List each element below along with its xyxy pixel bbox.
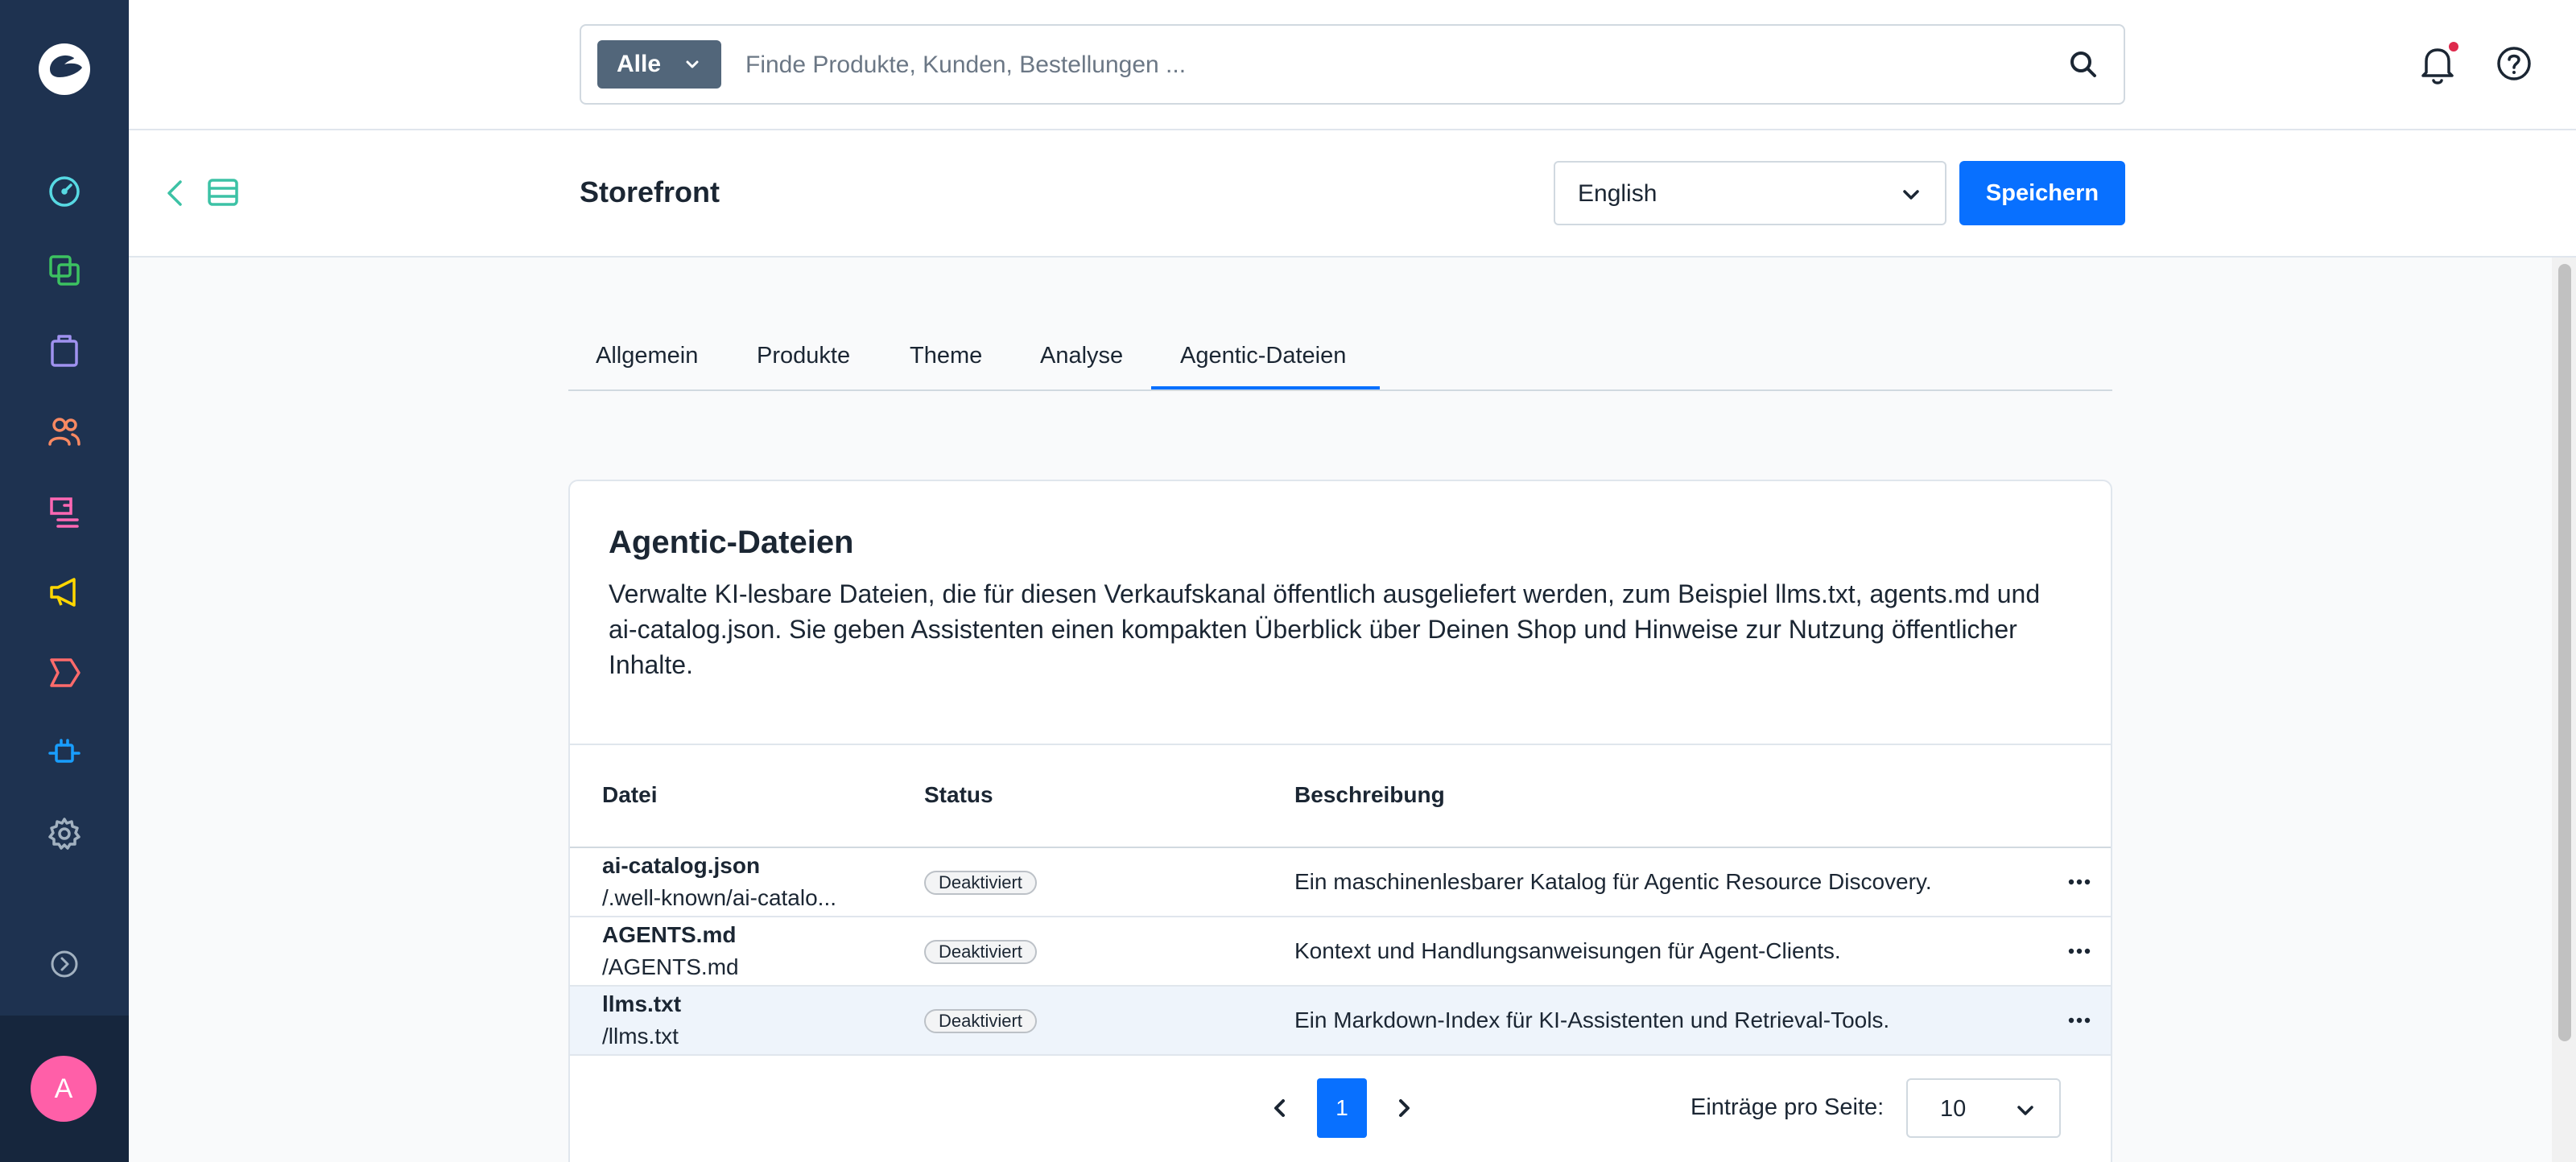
sales-channel-list-icon[interactable] [206,175,240,209]
notification-bell-icon[interactable] [2417,40,2462,89]
search-icon[interactable] [2067,48,2099,80]
card-title: Agentic-Dateien [609,525,854,560]
chevron-down-icon [1903,190,1919,200]
chevron-down-icon [686,60,699,68]
column-header-status[interactable]: Status [924,782,993,808]
more-actions-icon[interactable] [2067,942,2091,961]
save-button[interactable]: Speichern [1959,161,2125,225]
sales-channel-icon[interactable] [45,653,84,692]
active-tab-indicator [1151,386,1380,389]
per-page-select[interactable]: 10 [1906,1078,2061,1138]
orders-icon[interactable] [45,332,84,370]
language-select-value: English [1578,180,1657,207]
tab-analyse[interactable]: Analyse [1040,343,1123,369]
language-select[interactable]: English [1554,161,1946,225]
file-description: Kontext und Handlungsanweisungen für Age… [1294,938,1841,963]
file-path: /.well-known/ai-catalo... [602,885,837,910]
scrollbar-thumb[interactable] [2558,264,2571,1041]
file-description: Ein maschinenlesbarer Katalog für Agenti… [1294,869,1932,894]
table-row[interactable]: llms.txt /llms.txt Deaktiviert Ein Markd… [570,987,2111,1056]
chevron-down-icon [2017,1106,2033,1115]
more-actions-icon[interactable] [2067,872,2091,892]
marketing-icon[interactable] [45,573,84,612]
status-badge: Deaktiviert [924,871,1037,895]
file-path: /llms.txt [602,1024,679,1049]
sidebar: A [0,0,129,1162]
tab-theme[interactable]: Theme [910,343,982,369]
status-badge: Deaktiviert [924,1009,1037,1033]
shopware-logo[interactable] [37,42,92,97]
search-scope-label: Alle [617,51,662,77]
file-name[interactable]: AGENTS.md [602,922,736,948]
settings-icon[interactable] [45,814,84,853]
tab-bar: Allgemein Produkte Theme Analyse Agentic… [568,336,2112,391]
back-icon[interactable] [163,177,188,209]
tab-allgemein[interactable]: Allgemein [596,343,698,369]
agentic-files-card: Agentic-Dateien Verwalte KI-lesbare Date… [568,480,2112,1162]
per-page-value: 10 [1940,1096,1967,1122]
expand-sidebar-icon[interactable] [48,948,80,980]
per-page-label: Einträge pro Seite: [1690,1094,1885,1120]
topbar: Alle Finde Produkte, Kunden, Bestellunge… [129,0,2576,130]
column-header-datei[interactable]: Datei [602,782,657,808]
column-header-beschreibung[interactable]: Beschreibung [1294,782,1445,808]
table-row[interactable]: ai-catalog.json /.well-known/ai-catalo..… [570,848,2111,917]
search-scope-select[interactable]: Alle [597,40,721,89]
file-path: /AGENTS.md [602,954,739,979]
dashboard-icon[interactable] [45,172,84,211]
status-badge: Deaktiviert [924,940,1037,964]
smart-bar: Storefront English Speichern [129,130,2576,258]
divider [570,744,2111,745]
page-title: Storefront [580,175,720,208]
help-icon[interactable] [2496,45,2533,82]
next-page-icon[interactable] [1394,1096,1414,1120]
table-row[interactable]: AGENTS.md /AGENTS.md Deaktiviert Kontext… [570,917,2111,987]
catalog-icon[interactable] [45,251,84,290]
more-actions-icon[interactable] [2067,1011,2091,1030]
file-description: Ein Markdown-Index für KI-Assistenten un… [1294,1007,1890,1032]
customers-icon[interactable] [45,412,84,451]
file-name[interactable]: ai-catalog.json [602,853,760,879]
search-input[interactable]: Finde Produkte, Kunden, Bestellungen ... [745,52,1186,79]
previous-page-icon[interactable] [1270,1096,1290,1120]
extensions-icon[interactable] [45,734,84,773]
card-description: Verwalte KI-lesbare Dateien, die für die… [609,579,2041,679]
tab-agentic-dateien[interactable]: Agentic-Dateien [1180,343,1346,369]
avatar[interactable]: A [31,1056,97,1122]
content-icon[interactable] [45,492,84,531]
page-button-current[interactable]: 1 [1317,1078,1367,1138]
file-name[interactable]: llms.txt [602,991,681,1017]
global-search[interactable]: Alle Finde Produkte, Kunden, Bestellunge… [580,24,2125,105]
tab-produkte[interactable]: Produkte [757,343,850,369]
